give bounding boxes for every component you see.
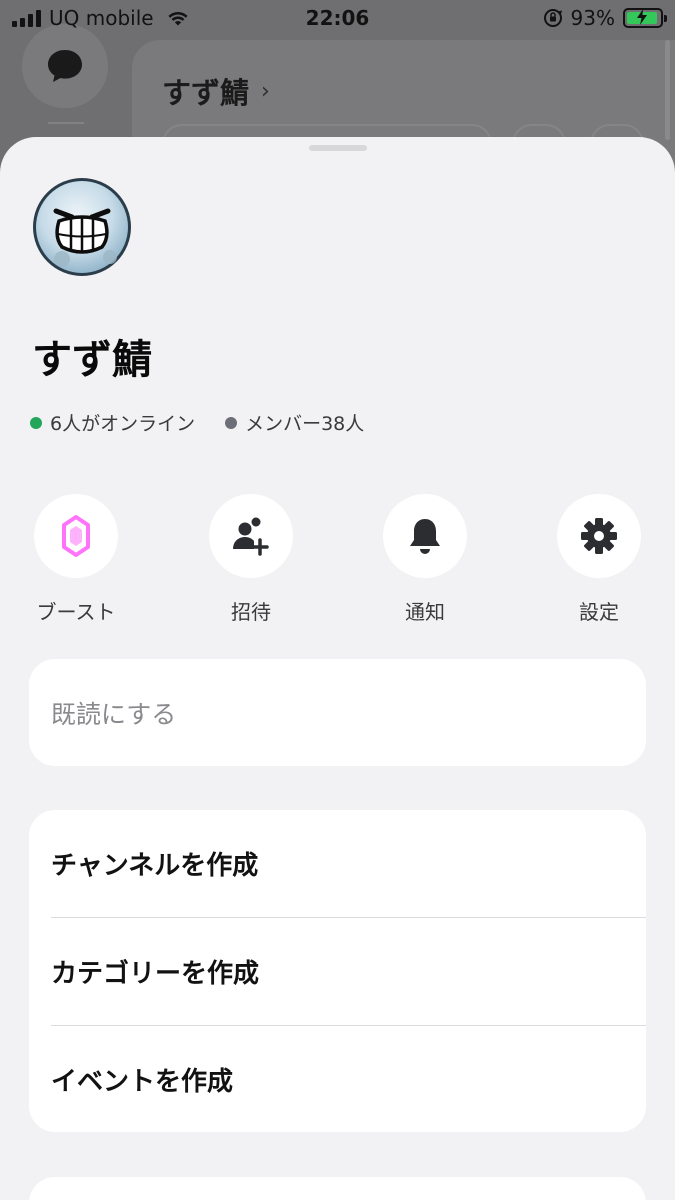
bell-icon: [410, 519, 440, 554]
server-menu-sheet: すず鯖 6人がオンライン メンバー38人 ブースト 招待 通知 設定 既読にする…: [0, 137, 675, 1200]
server-stats: 6人がオンライン メンバー38人: [30, 409, 394, 436]
invite-button[interactable]: 招待: [191, 494, 311, 625]
action-buttons: ブースト 招待 通知 設定: [0, 494, 675, 624]
settings-button[interactable]: 設定: [539, 494, 659, 625]
chat-bubble-icon: [48, 50, 82, 82]
screen: すず鯖 › UQ mobile 22:06 93% すず鯖 6人がオンライン メ…: [0, 0, 675, 1200]
online-dot-icon: [30, 416, 42, 429]
notifications-button[interactable]: 通知: [365, 494, 485, 625]
server-name: すず鯖: [32, 337, 152, 383]
battery-percent: 93%: [570, 6, 615, 30]
boost-gem-icon: [62, 515, 90, 557]
member-count: メンバー38人: [225, 409, 364, 436]
create-category-button[interactable]: カテゴリーを作成: [29, 918, 646, 1025]
gear-icon: [581, 518, 617, 554]
create-menu-card: チャンネルを作成 カテゴリーを作成 イベントを作成: [29, 810, 646, 1132]
create-channel-button[interactable]: チャンネルを作成: [29, 810, 646, 917]
mark-as-read-button[interactable]: 既読にする: [51, 659, 176, 766]
scrollbar: [665, 40, 670, 140]
battery-charging-icon: [623, 8, 667, 28]
boost-button[interactable]: ブースト: [16, 494, 136, 625]
status-bar: UQ mobile 22:06 93%: [0, 0, 675, 38]
chevron-right-icon: ›: [261, 78, 270, 104]
online-count: 6人がオンライン: [30, 409, 195, 436]
create-event-button[interactable]: イベントを作成: [29, 1026, 646, 1133]
orientation-lock-icon: [543, 9, 562, 27]
member-dot-icon: [225, 416, 238, 429]
mark-read-card: 既読にする: [29, 659, 646, 766]
background-server-title[interactable]: すず鯖 ›: [162, 70, 270, 112]
server-avatar: [32, 177, 132, 277]
invite-person-add-icon: [233, 517, 269, 556]
server-list-divider: [48, 122, 84, 124]
next-menu-card: [29, 1177, 646, 1200]
sheet-drag-handle[interactable]: [309, 145, 367, 151]
